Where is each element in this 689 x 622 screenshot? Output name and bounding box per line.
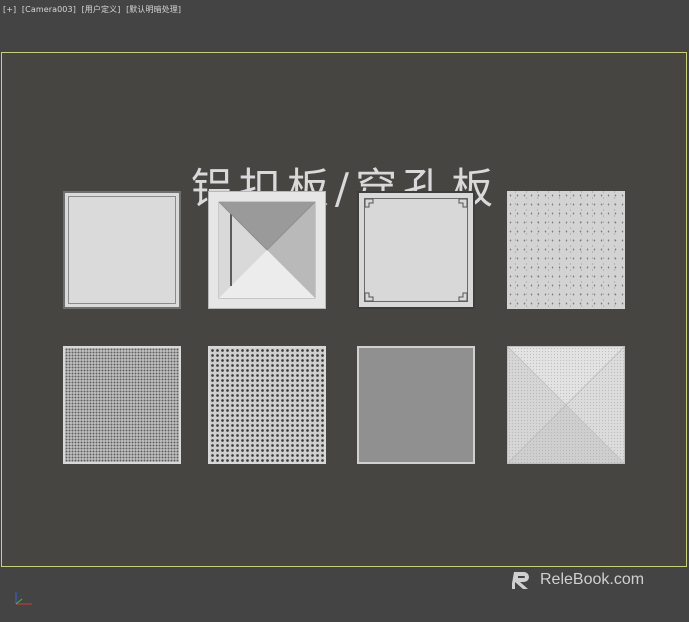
- watermark-text: ReleBook.com: [540, 571, 645, 588]
- tile-fine-perforated-panel[interactable]: [63, 346, 181, 464]
- tile-pyramid-panel[interactable]: [208, 191, 326, 309]
- viewport-user-defined-label[interactable]: [用户定义]: [82, 5, 121, 14]
- viewport-camera-label[interactable]: [Camera003]: [22, 5, 76, 14]
- tile-plain-square-panel[interactable]: [63, 191, 181, 309]
- tile-speckled-acoustic-panel[interactable]: [507, 191, 625, 309]
- panel-inner-border: [68, 196, 176, 304]
- tile-hex-perforated-panel[interactable]: [208, 346, 326, 464]
- watermark: ReleBook.com: [512, 570, 644, 590]
- viewport-shading-label[interactable]: [默认明暗处理]: [126, 5, 181, 14]
- viewport-label-bar[interactable]: [+] [Camera003] [用户定义] [默认明暗处理]: [3, 4, 184, 15]
- tile-diagonal-perforated-panel[interactable]: [507, 346, 625, 464]
- corner-ornament-icon: [364, 198, 468, 302]
- tile-corner-ornament-panel[interactable]: [357, 191, 475, 309]
- viewport-menu-plus[interactable]: [+]: [3, 5, 16, 14]
- pyramid-panel-graphic: [209, 192, 325, 308]
- diagonal-perforated-graphic: [507, 346, 625, 464]
- tile-micro-perforated-panel[interactable]: [357, 346, 475, 464]
- relebook-logo-icon: [512, 572, 529, 589]
- viewport-window[interactable]: [+] [Camera003] [用户定义] [默认明暗处理] 铝扣板/穿孔板: [0, 0, 689, 622]
- safe-frame: 铝扣板/穿孔板: [1, 52, 687, 567]
- axis-gizmo-icon: [15, 592, 32, 605]
